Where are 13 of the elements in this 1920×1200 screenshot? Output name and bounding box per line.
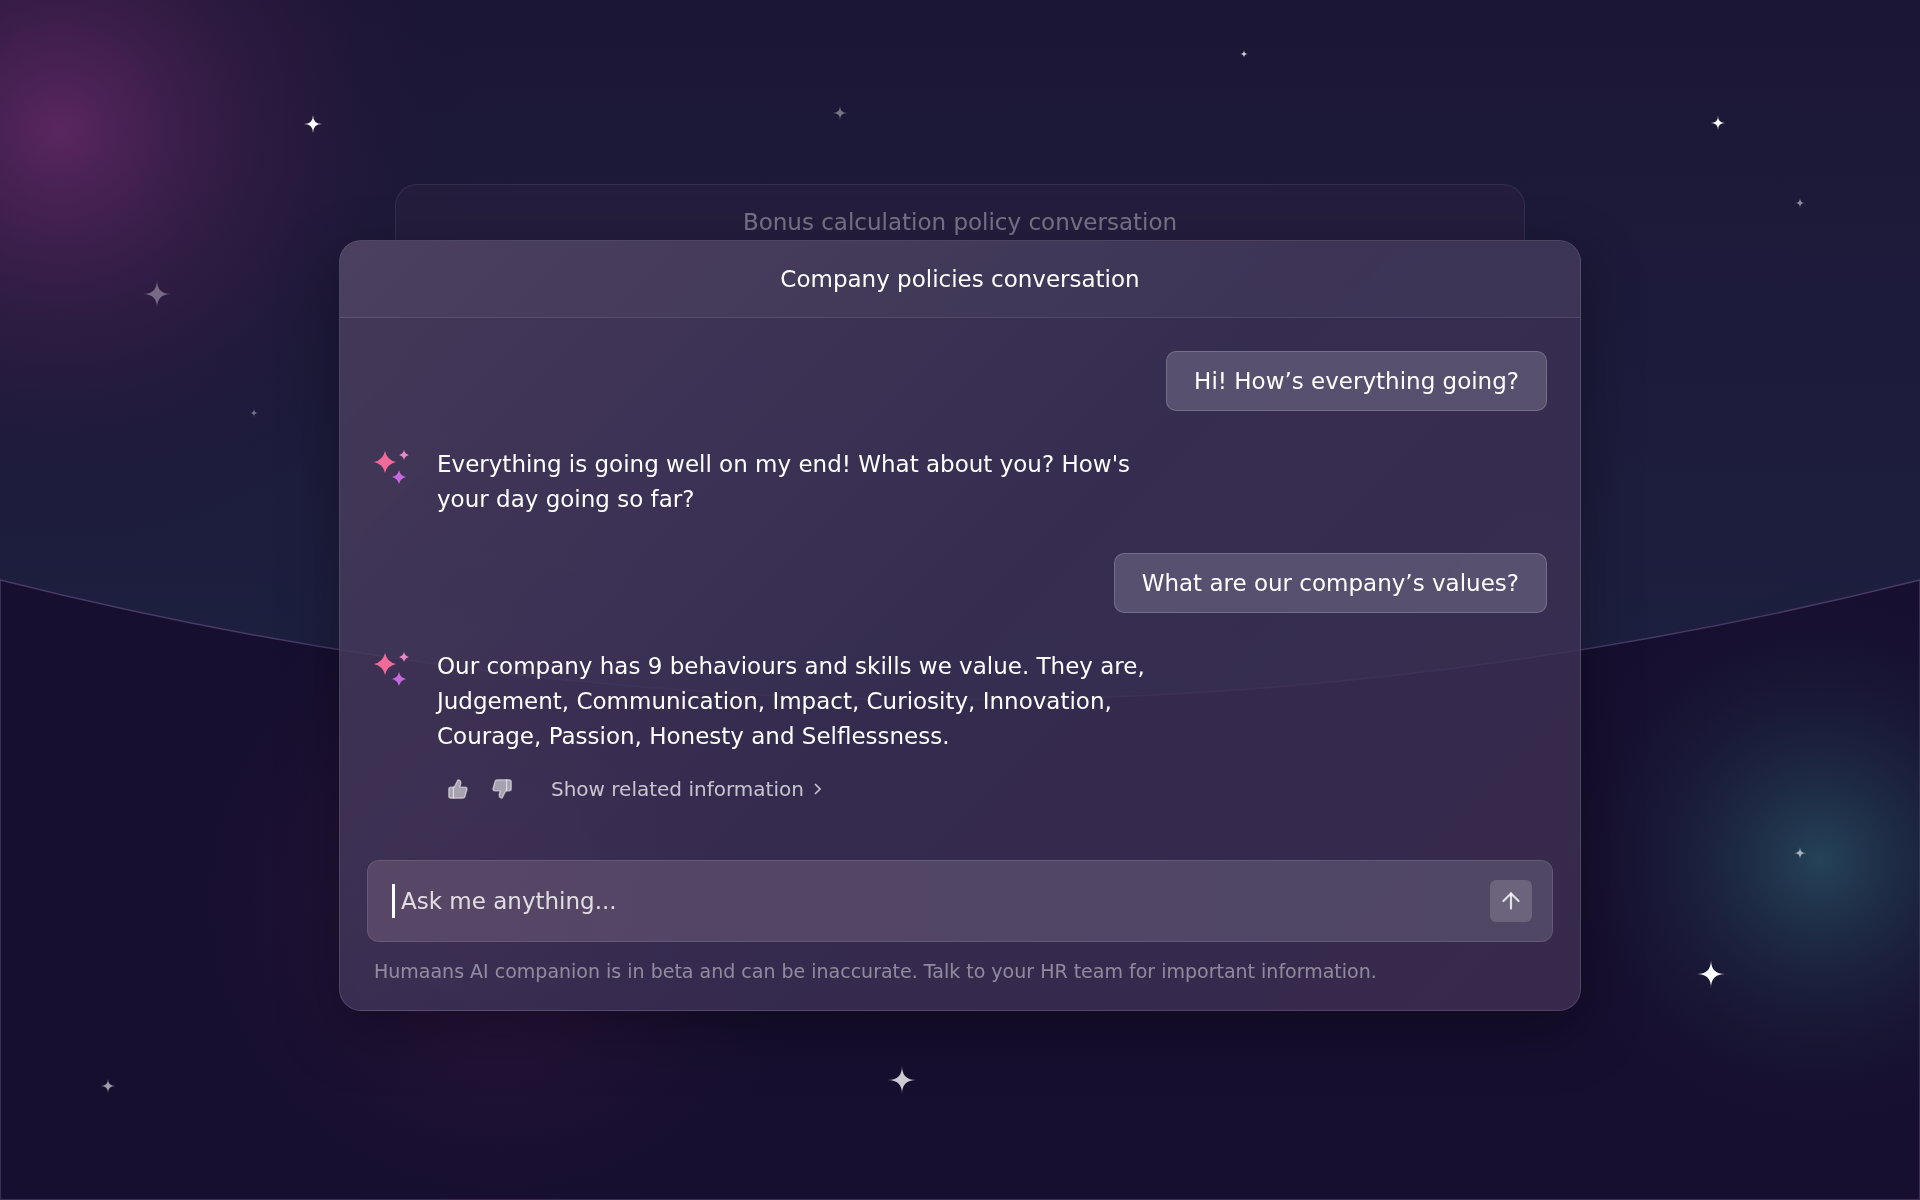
text-cursor [392, 884, 395, 918]
disclaimer-text: Humaans AI companion is in beta and can be inaccurate. Talk to your HR team for important information. [373, 960, 1378, 982]
message-field[interactable]: Ask me anything... [367, 860, 1553, 942]
user-message: Hi! How’s everything going? [1166, 351, 1547, 411]
related-info-link[interactable]: Show related information [551, 777, 821, 801]
chevron-right-icon [813, 783, 821, 795]
user-message: What are our company’s values? [1113, 553, 1547, 613]
assistant-message: Everything is going well on my end! What about you? How's your day going so far? [437, 450, 1131, 514]
message-input[interactable]: Ask me anything... [399, 887, 1486, 915]
chat-title: Company policies conversation [780, 266, 1140, 292]
conversation-title: Bonus calculation policy conversation [742, 209, 1178, 237]
assistant-message: Our company has 9 behaviours and skills we value. They are, Judgement, Communication, Impact, Curiosity, Innovation, Courage, Passion, Honesty and Selflessness. [437, 652, 1146, 751]
send-button[interactable] [1490, 880, 1532, 922]
